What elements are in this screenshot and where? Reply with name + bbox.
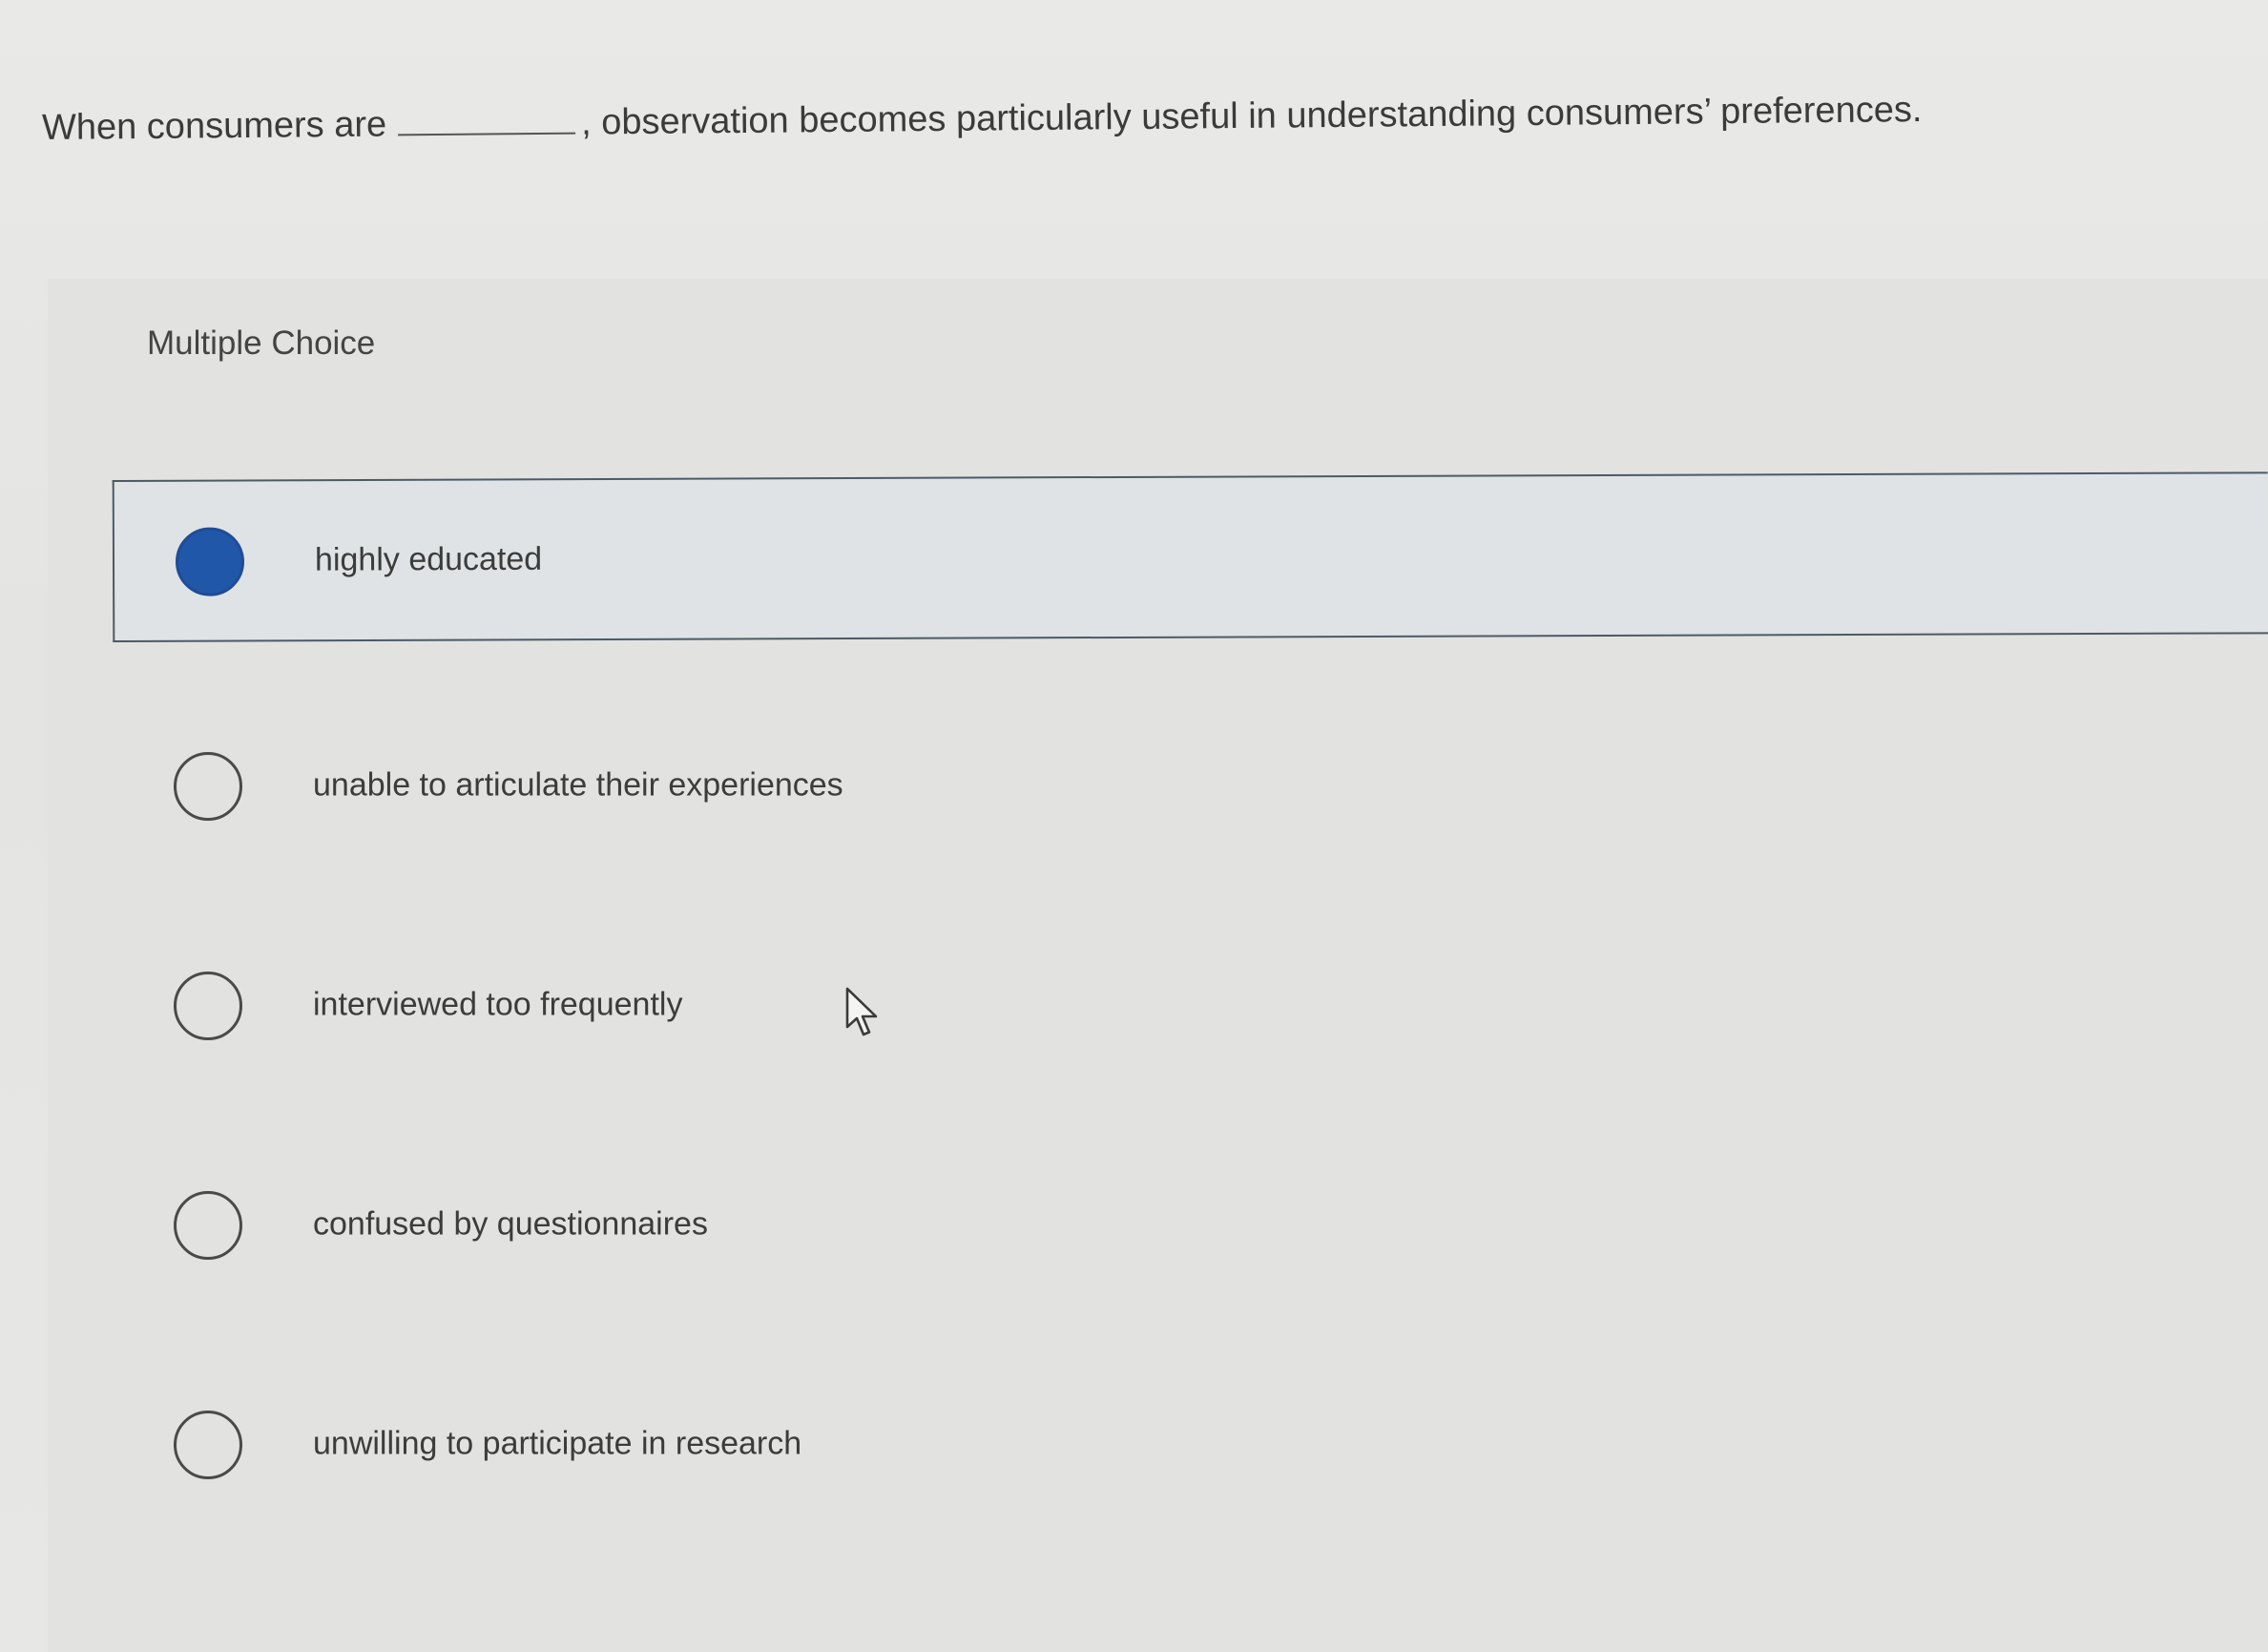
- radio-selected-icon[interactable]: [175, 527, 245, 596]
- option-label: unwilling to participate in research: [313, 1425, 802, 1462]
- question-after-blank: , observation becomes particularly usefu…: [580, 90, 1923, 143]
- option-unwilling-to-participate[interactable]: unwilling to participate in research: [113, 1363, 2268, 1525]
- option-unable-to-articulate[interactable]: unable to articulate their experiences: [113, 704, 2268, 867]
- radio-unselected-icon[interactable]: [174, 752, 242, 821]
- question-type-label: Multiple Choice: [147, 324, 376, 362]
- option-label: highly educated: [314, 540, 543, 578]
- option-interviewed-too-frequently[interactable]: interviewed too frequently: [113, 924, 2268, 1086]
- radio-unselected-icon[interactable]: [174, 972, 242, 1040]
- radio-unselected-icon[interactable]: [174, 1191, 242, 1260]
- option-label: confused by questionnaires: [313, 1205, 708, 1243]
- option-confused-by-questionnaires[interactable]: confused by questionnaires: [113, 1143, 2268, 1306]
- question-before-blank: When consumers are: [41, 104, 387, 148]
- option-label: unable to articulate their experiences: [313, 766, 843, 804]
- mouse-pointer-icon: [845, 987, 878, 1036]
- radio-unselected-icon[interactable]: [174, 1411, 242, 1479]
- option-highly-educated[interactable]: highly educated: [112, 471, 2268, 642]
- question-blank: [397, 99, 576, 136]
- option-label: interviewed too frequently: [313, 986, 683, 1023]
